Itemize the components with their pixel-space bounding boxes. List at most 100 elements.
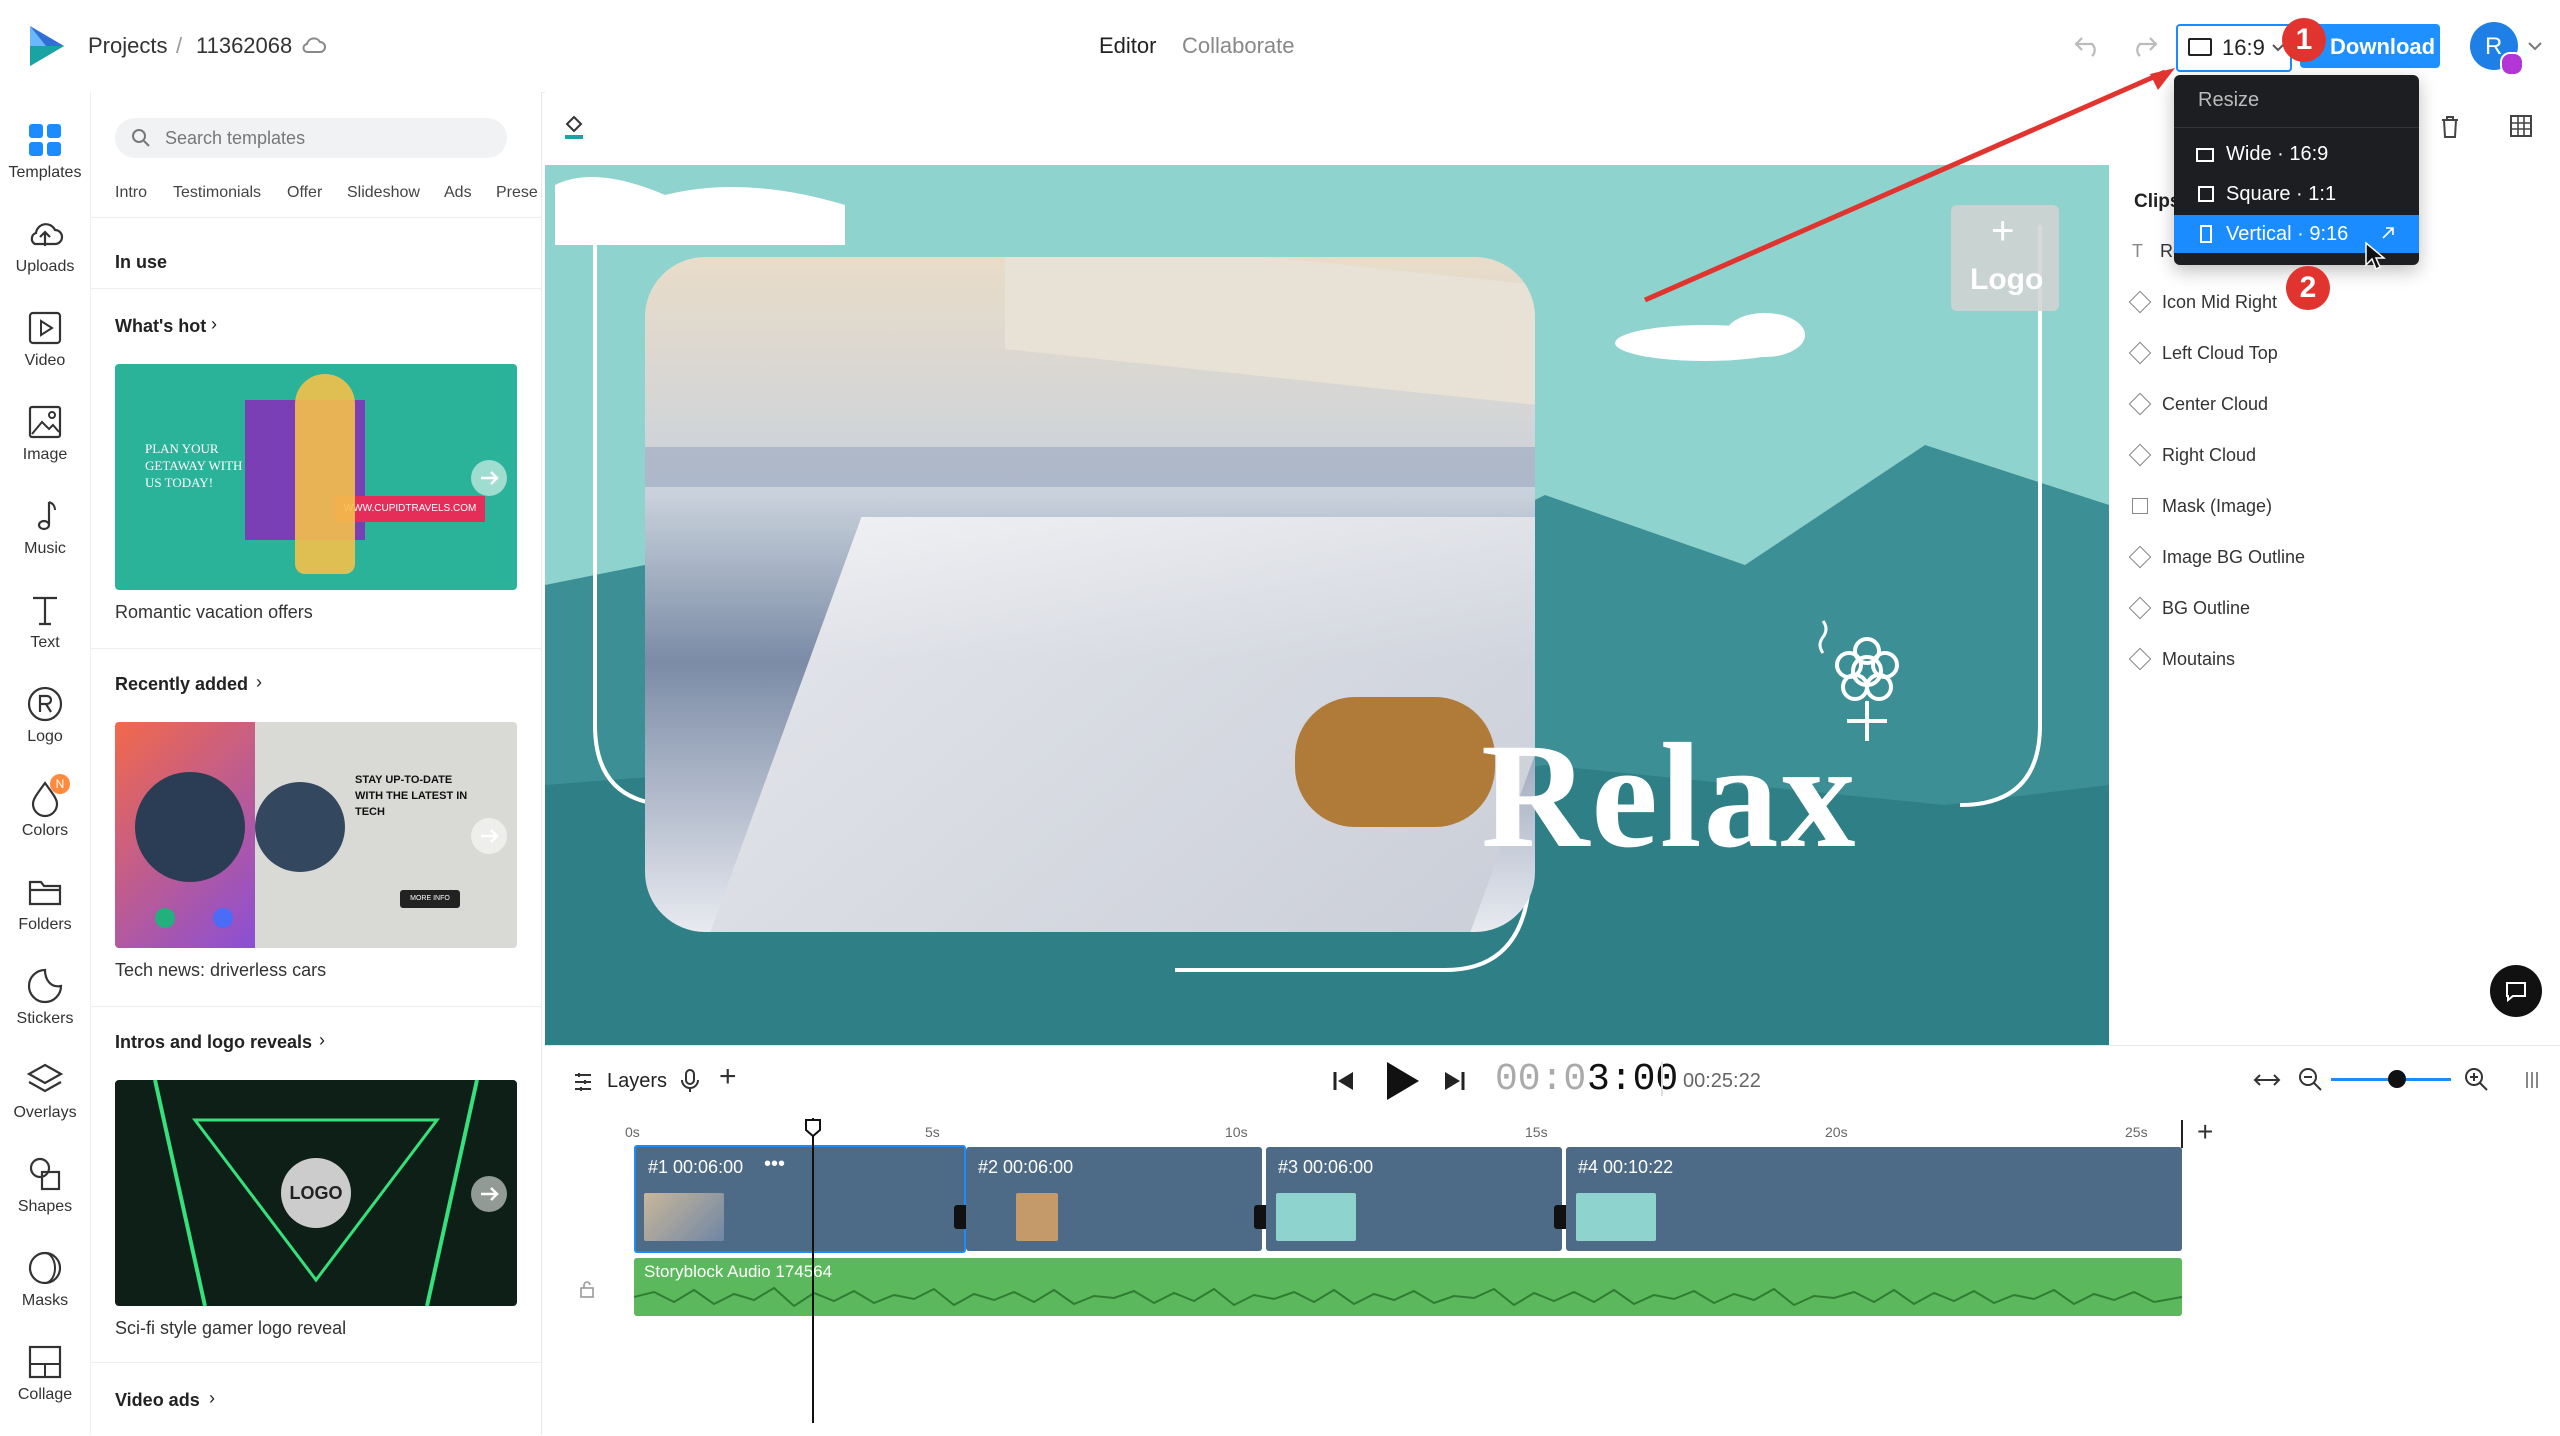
template-thumb-tech-news[interactable]: STAY UP-TO-DATE WITH THE LATEST IN TECH … <box>115 722 517 948</box>
rail-item-collage[interactable]: Collage <box>0 1334 90 1424</box>
rail-label: Image <box>22 446 68 463</box>
clip-row[interactable]: Right Cloud <box>2128 443 2256 475</box>
rail-label: Text <box>30 634 60 651</box>
thumb-headline: PLAN YOUR GETAWAY WITH US TODAY! <box>145 441 243 490</box>
chip-offer[interactable]: Offer <box>287 184 322 202</box>
registered-logo-icon <box>27 686 63 722</box>
carousel-next-button[interactable] <box>471 1176 507 1212</box>
annotation-badge-1: 1 <box>2282 18 2326 62</box>
rail-item-music[interactable]: Music <box>0 488 90 578</box>
clip-row[interactable]: Mask (Image) <box>2132 496 2272 526</box>
add-scene-button[interactable]: + <box>2197 1116 2213 1148</box>
aspect-ratio-button[interactable]: 16:9 <box>2176 24 2292 72</box>
zoom-in-icon[interactable] <box>2463 1066 2489 1092</box>
section-intros-logo-reveals[interactable]: Intros and logo reveals <box>115 1032 312 1053</box>
playhead-handle-icon[interactable] <box>804 1118 822 1138</box>
arrow-right-icon <box>481 829 499 843</box>
ruler-label: 15s <box>1525 1124 1548 1140</box>
search-templates-field[interactable]: Search templates <box>115 118 507 158</box>
play-icon[interactable] <box>1381 1060 1421 1102</box>
resize-option-square[interactable]: Square · 1:1 <box>2174 175 2419 213</box>
templates-panel: Search templates Intro Testimonials Offe… <box>91 92 542 1435</box>
project-id[interactable]: 11362068 <box>196 33 292 59</box>
redo-icon[interactable] <box>2128 32 2158 58</box>
microphone-icon[interactable] <box>679 1068 701 1094</box>
chip-slideshow[interactable]: Slideshow <box>347 184 420 202</box>
chip-testimonials[interactable]: Testimonials <box>173 184 261 202</box>
avatar[interactable]: R <box>2470 22 2524 76</box>
skip-forward-icon[interactable] <box>1443 1070 1467 1092</box>
rail-item-colors[interactable]: N Colors <box>0 770 90 860</box>
rail-item-shapes[interactable]: Shapes <box>0 1146 90 1236</box>
template-thumb-scifi-logo[interactable]: LOGO <box>115 1080 517 1306</box>
rail-label: Overlays <box>13 1104 77 1121</box>
playhead-line[interactable] <box>812 1118 814 1423</box>
rail-label: Collage <box>17 1386 73 1403</box>
rail-item-folders[interactable]: Folders <box>0 864 90 954</box>
rail-item-stickers[interactable]: Stickers <box>0 958 90 1048</box>
zoom-out-icon[interactable] <box>2297 1066 2323 1092</box>
relax-headline[interactable]: Relax <box>1481 710 1858 882</box>
divider <box>91 648 541 649</box>
lock-open-icon[interactable] <box>578 1280 596 1298</box>
resize-option-wide[interactable]: Wide · 16:9 <box>2174 135 2419 173</box>
clip-row[interactable]: Image BG Outline <box>2128 545 2305 577</box>
more-options-icon[interactable]: ••• <box>764 1153 785 1176</box>
clip-block-label: #3 00:06:00 <box>1278 1157 1374 1177</box>
zoom-slider-handle[interactable] <box>2388 1070 2406 1088</box>
clip-row[interactable]: Center Cloud <box>2128 392 2268 424</box>
audio-track[interactable]: Storyblock Audio 174564 <box>634 1258 2182 1316</box>
rail-item-overlays[interactable]: Overlays <box>0 1052 90 1142</box>
clip-row[interactable]: Left Cloud Top <box>2128 341 2278 373</box>
chevron-right-icon: › <box>256 672 262 692</box>
clip-row[interactable]: BG Outline <box>2128 596 2250 628</box>
breadcrumb-projects[interactable]: Projects <box>88 33 167 59</box>
fit-width-icon[interactable] <box>2253 1070 2281 1090</box>
grid-icon[interactable] <box>2509 114 2533 138</box>
rail-item-text[interactable]: Text <box>0 582 90 672</box>
breadcrumb-separator: / <box>176 33 183 58</box>
chevron-right-icon: › <box>319 1030 325 1050</box>
current-time-prefix: 00:0 <box>1495 1058 1587 1101</box>
carousel-next-button[interactable] <box>471 460 507 496</box>
timeline-clip-3[interactable]: #3 00:06:00 <box>1266 1147 1562 1251</box>
layers-label[interactable]: Layers <box>607 1070 667 1093</box>
carousel-next-button[interactable] <box>471 818 507 854</box>
rail-item-logo[interactable]: Logo <box>0 676 90 766</box>
trash-icon[interactable] <box>2439 114 2461 140</box>
dropdown-title: Resize <box>2198 89 2260 111</box>
timeline-options-icon[interactable] <box>2523 1068 2541 1092</box>
tab-editor[interactable]: Editor <box>1099 33 1156 59</box>
clip-row[interactable]: Moutains <box>2128 647 2235 679</box>
rail-item-templates[interactable]: Templates <box>0 112 90 202</box>
add-layer-button[interactable]: + <box>719 1060 737 1094</box>
divider <box>91 217 541 218</box>
paint-bucket-icon[interactable] <box>563 112 585 140</box>
beach-loungers-photo[interactable] <box>645 257 1535 932</box>
folder-icon <box>28 880 62 906</box>
chip-intro[interactable]: Intro <box>115 184 147 202</box>
chip-presentation[interactable]: Prese <box>496 184 538 202</box>
chat-support-button[interactable] <box>2490 965 2542 1017</box>
section-video-ads[interactable]: Video ads <box>115 1390 200 1411</box>
template-thumb-romantic-vacation[interactable]: WWW.CUPIDTRAVELS.COM PLAN YOUR GETAWAY W… <box>115 364 517 590</box>
layers-icon[interactable] <box>571 1070 595 1094</box>
rail-item-masks[interactable]: Masks <box>0 1240 90 1330</box>
rail-item-uploads[interactable]: Uploads <box>0 206 90 296</box>
undo-icon[interactable] <box>2074 32 2104 58</box>
timeline-clip-4[interactable]: #4 00:10:22 <box>1566 1147 2182 1251</box>
timeline-clip-2[interactable]: #2 00:06:00 <box>966 1147 1262 1251</box>
app-logo-icon[interactable] <box>26 24 66 68</box>
rail-item-video[interactable]: Video <box>0 300 90 390</box>
tab-collaborate[interactable]: Collaborate <box>1182 33 1295 59</box>
chip-ads[interactable]: Ads <box>444 184 472 202</box>
rail-item-image[interactable]: Image <box>0 394 90 484</box>
timeline-clip-1[interactable]: #1 00:06:00 ••• <box>634 1145 966 1253</box>
rail-label: Music <box>24 540 66 557</box>
section-recently-added[interactable]: Recently added <box>115 674 248 695</box>
avatar-chevron-down-icon[interactable] <box>2528 42 2542 51</box>
skip-back-icon[interactable] <box>1331 1070 1355 1092</box>
chat-bubble-icon <box>2506 982 2526 1003</box>
divider <box>91 288 541 289</box>
section-whats-hot[interactable]: What's hot <box>115 316 206 337</box>
